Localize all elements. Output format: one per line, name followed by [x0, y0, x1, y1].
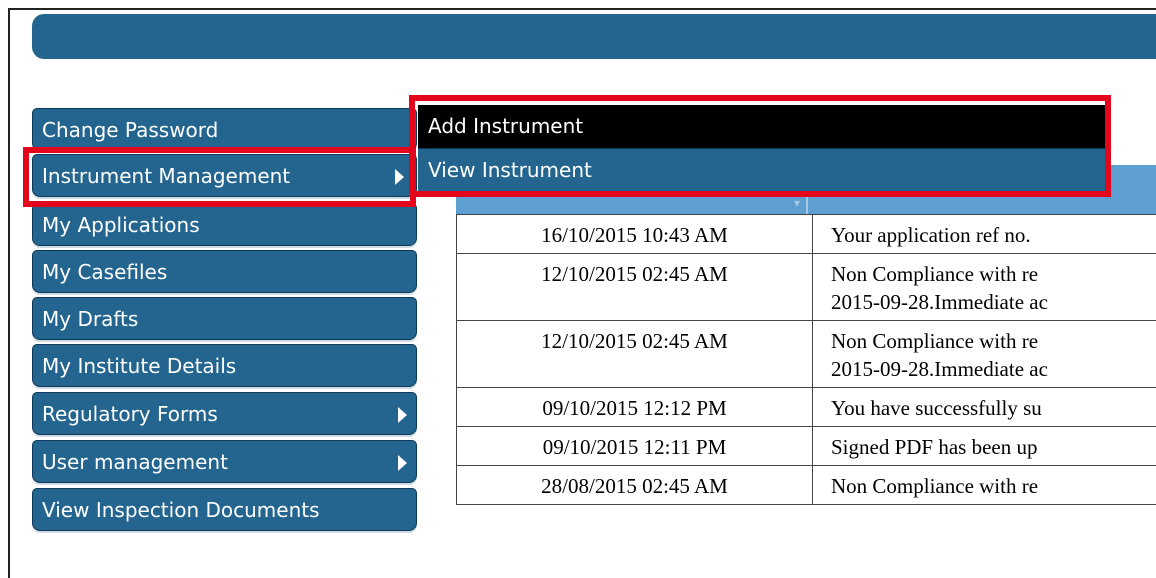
sidebar-item-my-drafts[interactable]: My Drafts — [32, 297, 417, 340]
row-date: 28/08/2015 02:45 AM — [457, 466, 813, 505]
sidebar-item-label: Instrument Management — [42, 164, 290, 188]
sidebar-item-label: Change Password — [42, 118, 218, 142]
header-bar — [32, 14, 1156, 59]
row-date: 16/10/2015 10:43 AM — [457, 215, 813, 254]
sidebar-item-change-password[interactable]: Change Password — [32, 108, 417, 151]
row-date: 09/10/2015 12:12 PM — [457, 388, 813, 427]
row-date: 09/10/2015 12:11 PM — [457, 427, 813, 466]
table-row: 12/10/2015 02:45 AM Non Compliance with … — [457, 321, 1156, 388]
sort-icon[interactable]: ▾ — [794, 196, 800, 210]
row-date: 12/10/2015 02:45 AM — [457, 254, 813, 321]
table-row: 09/10/2015 12:12 PM You have successfull… — [457, 388, 1156, 427]
notifications-table: 16/10/2015 10:43 AM Your application ref… — [456, 214, 1156, 505]
sidebar-item-regulatory-forms[interactable]: Regulatory Forms — [32, 392, 417, 435]
table-row: 12/10/2015 02:45 AM Non Compliance with … — [457, 254, 1156, 321]
sidebar-item-view-inspection-documents[interactable]: View Inspection Documents — [32, 488, 417, 531]
sidebar-item-user-management[interactable]: User management — [32, 440, 417, 483]
submenu-item-view-instrument[interactable]: View Instrument — [418, 148, 1111, 191]
sidebar-item-instrument-management[interactable]: Instrument Management — [32, 154, 417, 197]
sidebar-item-my-institute-details[interactable]: My Institute Details — [32, 344, 417, 387]
sidebar-item-label: My Applications — [42, 213, 200, 237]
row-message: Non Compliance with re 2015-09-28.Immedi… — [813, 254, 1156, 321]
submenu-item-add-instrument[interactable]: Add Instrument — [418, 105, 1111, 148]
sidebar-item-label: User management — [42, 450, 228, 474]
column-separator — [806, 190, 808, 214]
chevron-right-icon — [398, 407, 407, 423]
sidebar-item-label: Regulatory Forms — [42, 402, 218, 426]
row-message: Non Compliance with re 2015-09-28.Immedi… — [813, 321, 1156, 388]
message-line: Non Compliance with re — [831, 260, 1156, 288]
message-line: 2015-09-28.Immediate ac — [831, 288, 1156, 316]
chevron-right-icon — [398, 455, 407, 471]
message-line: 2015-09-28.Immediate ac — [831, 355, 1156, 383]
row-message: Signed PDF has been up — [813, 427, 1156, 466]
sidebar-item-my-casefiles[interactable]: My Casefiles — [32, 250, 417, 293]
table-row: 16/10/2015 10:43 AM Your application ref… — [457, 215, 1156, 254]
sidebar-item-label: My Institute Details — [42, 354, 236, 378]
sidebar-item-label: View Inspection Documents — [42, 498, 320, 522]
message-line: Signed PDF has been up — [831, 433, 1156, 461]
row-date: 12/10/2015 02:45 AM — [457, 321, 813, 388]
table-header: ▾ — [456, 190, 1156, 214]
chevron-right-icon — [395, 169, 404, 185]
table-row: 28/08/2015 02:45 AM Non Compliance with … — [457, 466, 1156, 505]
table-row: 09/10/2015 12:11 PM Signed PDF has been … — [457, 427, 1156, 466]
sidebar-item-label: My Casefiles — [42, 260, 167, 284]
sidebar-item-label: My Drafts — [42, 307, 138, 331]
instrument-submenu: Add Instrument View Instrument — [418, 105, 1111, 191]
sidebar-item-my-applications[interactable]: My Applications — [32, 203, 417, 246]
message-line: Non Compliance with re — [831, 327, 1156, 355]
row-message: Non Compliance with re — [813, 466, 1156, 505]
message-line: Non Compliance with re — [831, 472, 1156, 500]
row-message: Your application ref no. — [813, 215, 1156, 254]
message-line: You have successfully su — [831, 394, 1156, 422]
message-line: Your application ref no. — [831, 221, 1156, 249]
row-message: You have successfully su — [813, 388, 1156, 427]
